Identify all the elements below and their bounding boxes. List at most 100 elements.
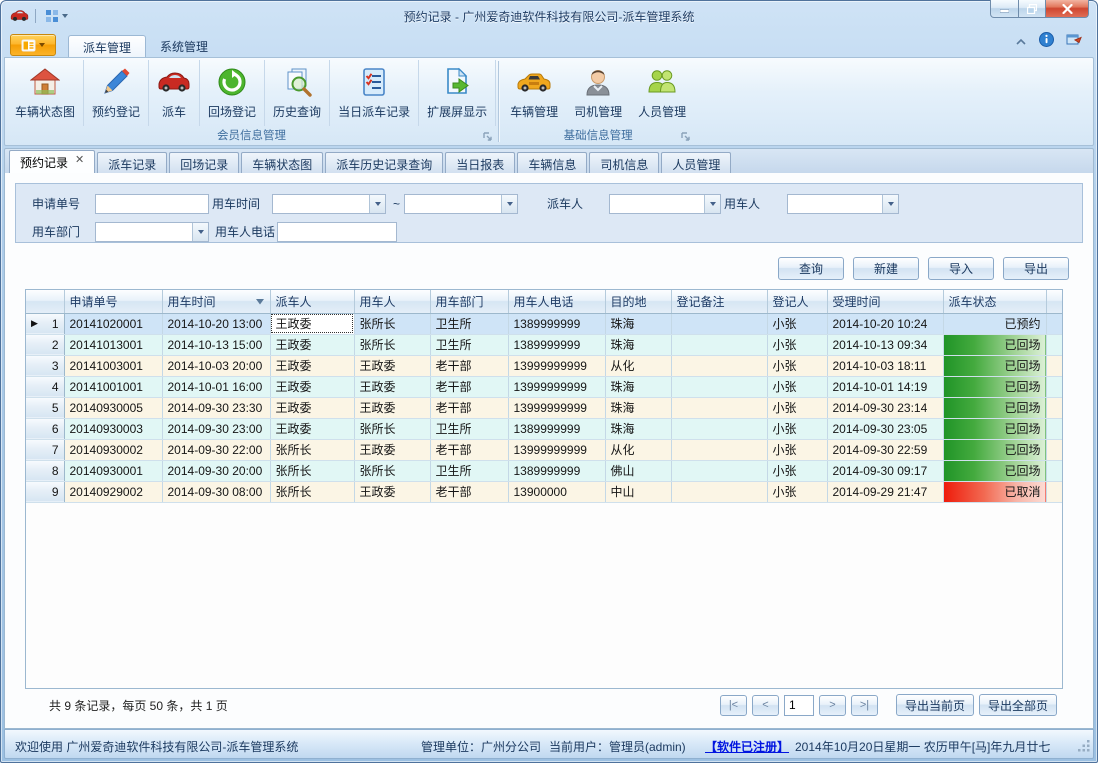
doc-tab-dispatch-history-query[interactable]: 派车历史记录查询 bbox=[325, 152, 443, 173]
cell-department[interactable]: 老干部 bbox=[430, 481, 508, 502]
license-link[interactable]: 【软件已注册】 bbox=[705, 738, 789, 755]
cell-dispatcher[interactable]: 张所长 bbox=[270, 460, 354, 481]
cell-destination[interactable]: 珠海 bbox=[605, 418, 671, 439]
dialog-launcher-icon[interactable] bbox=[680, 131, 691, 142]
prev-page-button[interactable]: < bbox=[752, 695, 779, 716]
cell-accept_time[interactable]: 2014-10-20 10:24 bbox=[827, 313, 943, 334]
cell-use_time[interactable]: 2014-09-30 08:00 bbox=[162, 481, 270, 502]
doc-tab-daily-report[interactable]: 当日报表 bbox=[445, 152, 515, 173]
cell-dispatcher[interactable]: 王政委 bbox=[270, 313, 354, 334]
chevron-down-icon[interactable] bbox=[192, 223, 208, 241]
column-header-use_time[interactable]: 用车时间 bbox=[162, 290, 270, 313]
column-header-dispatcher[interactable]: 派车人 bbox=[270, 290, 354, 313]
cell-order_no[interactable]: 20140929002 bbox=[64, 481, 162, 502]
cell-status[interactable]: 已取消 bbox=[943, 481, 1046, 502]
table-row[interactable]: 2201410130012014-10-13 15:00王政委张所长卫生所138… bbox=[26, 334, 1063, 355]
cell-order_no[interactable]: 20140930001 bbox=[64, 460, 162, 481]
cell-order_no[interactable]: 20141013001 bbox=[64, 334, 162, 355]
ribbon-button-extended-screen[interactable]: 扩展屏显示 bbox=[419, 60, 496, 126]
cell-user[interactable]: 王政委 bbox=[354, 397, 430, 418]
cell-user[interactable]: 张所长 bbox=[354, 460, 430, 481]
doc-tab-driver-info[interactable]: 司机信息 bbox=[589, 152, 659, 173]
cell-remark[interactable] bbox=[671, 439, 767, 460]
cell-user[interactable]: 王政委 bbox=[354, 355, 430, 376]
table-row[interactable]: ▶1201410200012014-10-20 13:00王政委张所长卫生所13… bbox=[26, 313, 1063, 334]
close-tab-icon[interactable]: ✕ bbox=[75, 154, 84, 166]
minimize-button[interactable] bbox=[990, 0, 1019, 18]
cell-use_time[interactable]: 2014-09-30 23:00 bbox=[162, 418, 270, 439]
cell-remark[interactable] bbox=[671, 334, 767, 355]
ribbon-button-return-register[interactable]: 回场登记 bbox=[200, 60, 265, 126]
cell-registrar[interactable]: 小张 bbox=[767, 313, 827, 334]
chevron-down-icon[interactable] bbox=[882, 195, 898, 213]
cell-registrar[interactable]: 小张 bbox=[767, 397, 827, 418]
cell-phone[interactable]: 13900000 bbox=[508, 481, 605, 502]
row-indicator-cell[interactable]: 3 bbox=[26, 355, 64, 376]
dispatcher-combo[interactable] bbox=[609, 194, 721, 214]
cell-phone[interactable]: 1389999999 bbox=[508, 418, 605, 439]
cell-user[interactable]: 王政委 bbox=[354, 439, 430, 460]
export-all-pages-button[interactable]: 导出全部页 bbox=[979, 694, 1057, 716]
cell-department[interactable]: 卫生所 bbox=[430, 418, 508, 439]
column-header-order_no[interactable]: 申请单号 bbox=[64, 290, 162, 313]
cell-phone[interactable]: 13999999999 bbox=[508, 376, 605, 397]
last-page-button[interactable]: >| bbox=[851, 695, 878, 716]
cell-status[interactable]: 已回场 bbox=[943, 418, 1046, 439]
query-button[interactable]: 查询 bbox=[778, 257, 844, 280]
cell-use_time[interactable]: 2014-10-20 13:00 bbox=[162, 313, 270, 334]
cell-dispatcher[interactable]: 王政委 bbox=[270, 355, 354, 376]
cell-phone[interactable]: 1389999999 bbox=[508, 313, 605, 334]
cell-destination[interactable]: 珠海 bbox=[605, 376, 671, 397]
table-row[interactable]: 6201409300032014-09-30 23:00王政委张所长卫生所138… bbox=[26, 418, 1063, 439]
cell-order_no[interactable]: 20140930005 bbox=[64, 397, 162, 418]
column-header-user[interactable]: 用车人 bbox=[354, 290, 430, 313]
cell-dispatcher[interactable]: 张所长 bbox=[270, 439, 354, 460]
cell-order_no[interactable]: 20140930003 bbox=[64, 418, 162, 439]
collapse-ribbon-icon[interactable] bbox=[1015, 33, 1027, 51]
export-current-page-button[interactable]: 导出当前页 bbox=[896, 694, 974, 716]
user-phone-input[interactable] bbox=[277, 222, 397, 242]
cell-phone[interactable]: 1389999999 bbox=[508, 460, 605, 481]
first-page-button[interactable]: |< bbox=[720, 695, 747, 716]
ribbon-tab-system-management[interactable]: 系统管理 bbox=[146, 35, 222, 57]
cell-registrar[interactable]: 小张 bbox=[767, 481, 827, 502]
table-row[interactable]: 3201410030012014-10-03 20:00王政委王政委老干部139… bbox=[26, 355, 1063, 376]
column-header-department[interactable]: 用车部门 bbox=[430, 290, 508, 313]
table-row[interactable]: 8201409300012014-09-30 20:00张所长张所长卫生所138… bbox=[26, 460, 1063, 481]
row-indicator-cell[interactable]: 9 bbox=[26, 481, 64, 502]
chevron-down-icon[interactable] bbox=[501, 195, 517, 213]
cell-dispatcher[interactable]: 张所长 bbox=[270, 481, 354, 502]
cell-status[interactable]: 已预约 bbox=[943, 313, 1046, 334]
cell-destination[interactable]: 珠海 bbox=[605, 397, 671, 418]
cell-remark[interactable] bbox=[671, 313, 767, 334]
cell-use_time[interactable]: 2014-10-01 16:00 bbox=[162, 376, 270, 397]
cell-accept_time[interactable]: 2014-10-01 14:19 bbox=[827, 376, 943, 397]
ribbon-button-reservation-register[interactable]: 预约登记 bbox=[84, 60, 149, 126]
row-indicator-cell[interactable]: 6 bbox=[26, 418, 64, 439]
cell-use_time[interactable]: 2014-09-30 23:30 bbox=[162, 397, 270, 418]
cell-destination[interactable]: 从化 bbox=[605, 439, 671, 460]
cell-user[interactable]: 王政委 bbox=[354, 481, 430, 502]
cell-order_no[interactable]: 20141003001 bbox=[64, 355, 162, 376]
cell-accept_time[interactable]: 2014-09-30 23:05 bbox=[827, 418, 943, 439]
cell-order_no[interactable]: 20140930002 bbox=[64, 439, 162, 460]
cell-registrar[interactable]: 小张 bbox=[767, 376, 827, 397]
cell-status[interactable]: 已回场 bbox=[943, 355, 1046, 376]
cell-accept_time[interactable]: 2014-09-30 09:17 bbox=[827, 460, 943, 481]
cell-dispatcher[interactable]: 王政委 bbox=[270, 376, 354, 397]
cell-department[interactable]: 卫生所 bbox=[430, 460, 508, 481]
resize-grip[interactable] bbox=[1077, 739, 1090, 755]
cell-dispatcher[interactable]: 王政委 bbox=[270, 418, 354, 439]
cell-accept_time[interactable]: 2014-09-29 21:47 bbox=[827, 481, 943, 502]
ribbon-button-vehicle-management[interactable]: 车辆管理 bbox=[502, 60, 566, 126]
cell-accept_time[interactable]: 2014-10-13 09:34 bbox=[827, 334, 943, 355]
cell-use_time[interactable]: 2014-09-30 20:00 bbox=[162, 460, 270, 481]
cell-use_time[interactable]: 2014-10-13 15:00 bbox=[162, 334, 270, 355]
vehicle-user-combo[interactable] bbox=[787, 194, 899, 214]
ribbon-button-driver-management[interactable]: 司机管理 bbox=[566, 60, 630, 126]
cell-accept_time[interactable]: 2014-09-30 23:14 bbox=[827, 397, 943, 418]
doc-tab-vehicle-status-map[interactable]: 车辆状态图 bbox=[241, 152, 323, 173]
cell-registrar[interactable]: 小张 bbox=[767, 355, 827, 376]
cell-registrar[interactable]: 小张 bbox=[767, 334, 827, 355]
row-indicator-cell[interactable]: 4 bbox=[26, 376, 64, 397]
